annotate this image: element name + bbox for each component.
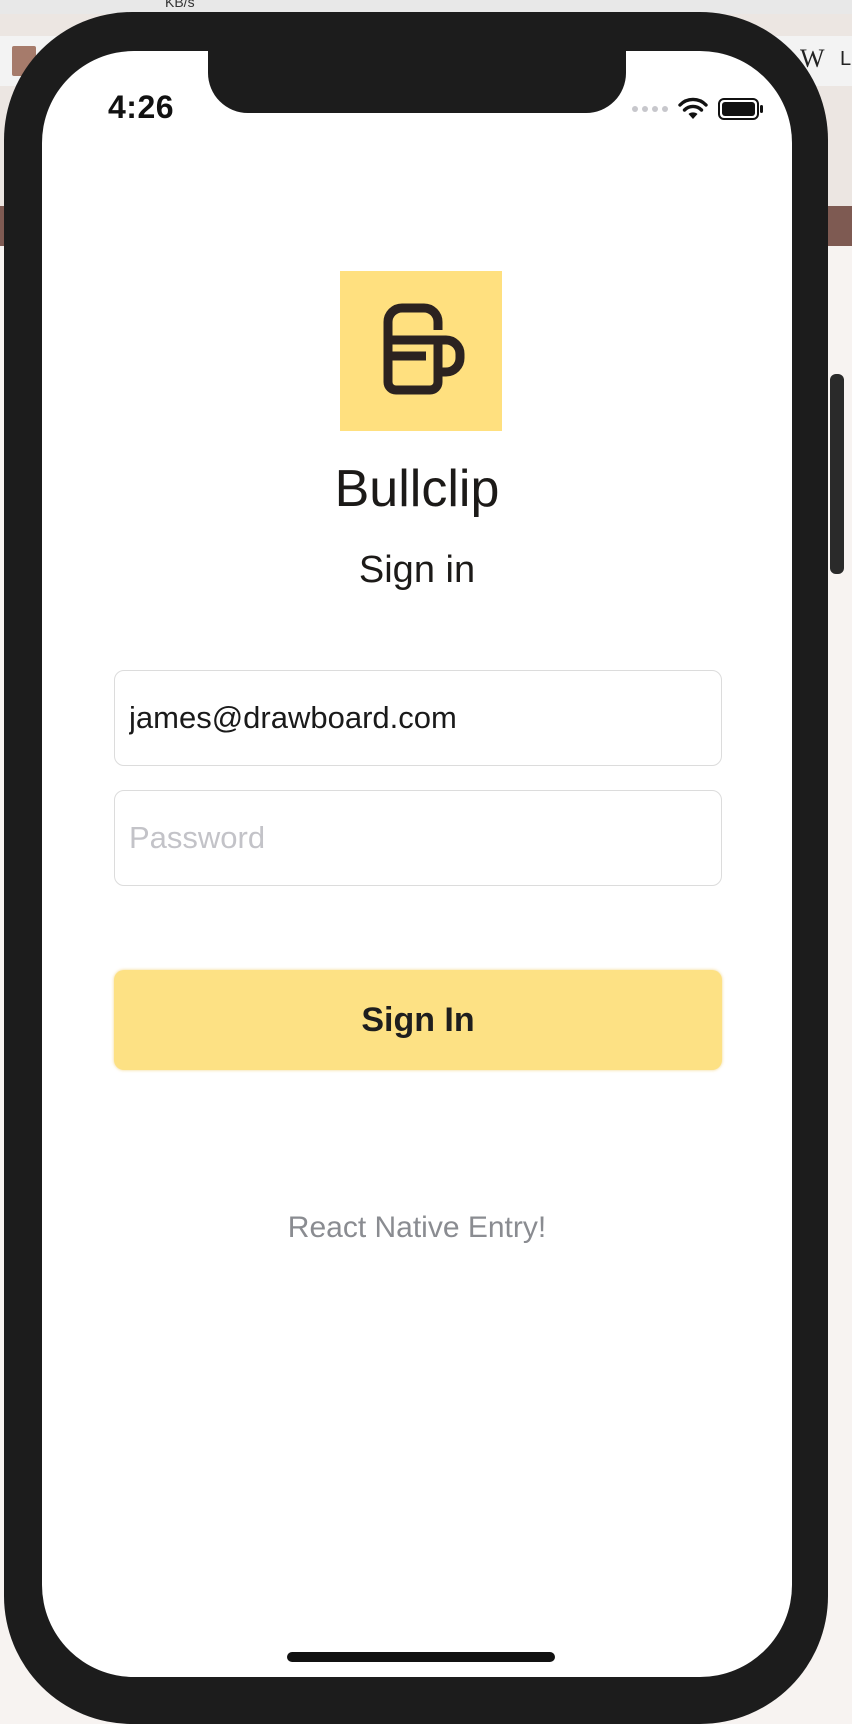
status-bar-indicators xyxy=(632,97,764,121)
page-subtitle: Sign in xyxy=(358,549,476,591)
network-speed-text: KB/s xyxy=(165,0,195,10)
footer-text: React Native Entry! xyxy=(287,1211,547,1244)
email-field[interactable] xyxy=(114,670,722,766)
password-field[interactable] xyxy=(114,790,722,886)
device-frame: 4:26 Bullclip Sign in james@drawboard.co… xyxy=(4,12,828,1724)
app-logo xyxy=(340,271,502,431)
status-bar-time: 4:26 xyxy=(108,89,175,125)
device-screen: 4:26 Bullclip Sign in james@drawboard.co… xyxy=(42,51,792,1677)
sign-in-button[interactable]: Sign In xyxy=(114,970,722,1070)
cellular-signal-icon xyxy=(632,106,668,112)
browser-tab-letter: L xyxy=(840,48,852,70)
app-title: Bullclip xyxy=(334,460,500,518)
browser-scrollbar[interactable] xyxy=(830,374,844,574)
battery-icon xyxy=(718,98,763,120)
bullclip-logo-icon xyxy=(383,303,465,395)
home-indicator[interactable] xyxy=(287,1652,555,1662)
wifi-icon xyxy=(678,97,708,119)
device-notch xyxy=(208,51,626,113)
